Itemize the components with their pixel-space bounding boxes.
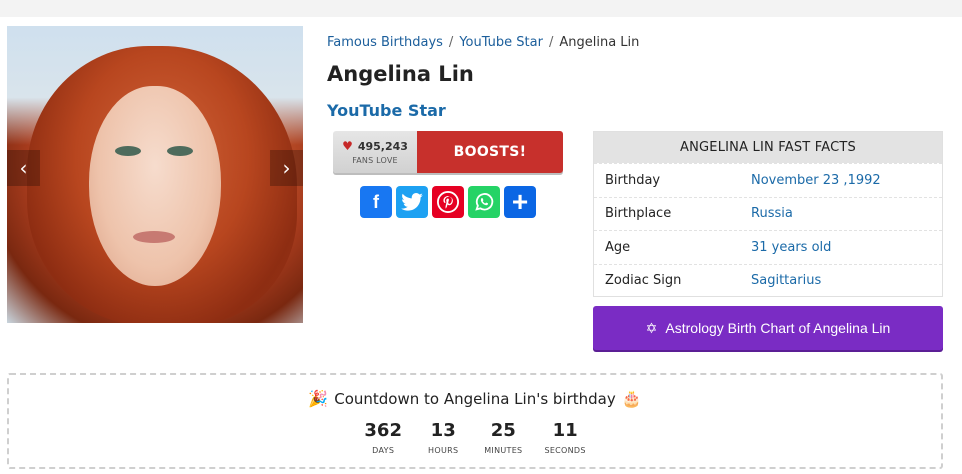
fact-label: Birthday: [605, 172, 661, 188]
countdown-days: 362 DAYS: [364, 420, 402, 455]
fact-row-birthday: Birthday November 23 ,1992: [594, 163, 942, 197]
fast-facts-title: ANGELINA LIN FAST FACTS: [594, 132, 942, 163]
countdown-days-value: 362: [364, 420, 402, 441]
twitter-share-button[interactable]: [396, 186, 428, 218]
chevron-right-icon: ›: [282, 156, 291, 180]
countdown-hours-label: HOURS: [428, 446, 459, 455]
countdown-seconds: 11 SECONDS: [544, 420, 585, 455]
breadcrumb-separator: /: [548, 35, 554, 50]
whatsapp-icon: [475, 193, 494, 211]
fact-label: Zodiac Sign: [605, 273, 682, 289]
star-of-david-icon: ✡: [645, 319, 658, 336]
page-title: Angelina Lin: [327, 62, 474, 86]
countdown-days-label: DAYS: [372, 446, 395, 455]
fact-value-birthplace[interactable]: Russia: [751, 206, 793, 221]
facebook-share-button[interactable]: f: [360, 186, 392, 218]
carousel-next-button[interactable]: ›: [270, 150, 303, 186]
countdown-title: Countdown to Angelina Lin's birthday: [334, 389, 616, 408]
fans-count: 495,243: [357, 139, 408, 153]
photo-face: [89, 86, 221, 286]
countdown-seconds-value: 11: [552, 420, 578, 441]
whatsapp-share-button[interactable]: [468, 186, 500, 218]
carousel-prev-button[interactable]: ‹: [7, 150, 40, 186]
party-popper-icon: 🎉: [308, 389, 329, 408]
facebook-icon: f: [373, 191, 379, 212]
countdown-hours-value: 13: [430, 420, 456, 441]
breadcrumb: Famous Birthdays / YouTube Star / Angeli…: [327, 35, 639, 50]
fans-counter: ♥ 495,243 FANS LOVE: [333, 131, 417, 173]
breadcrumb-current: Angelina Lin: [559, 35, 640, 50]
countdown-minutes: 25 MINUTES: [484, 420, 522, 455]
photo-lips: [133, 231, 175, 243]
birthday-cake-icon: 🎂: [621, 389, 642, 408]
countdown-minutes-label: MINUTES: [484, 446, 523, 455]
fact-label: Birthplace: [605, 206, 672, 222]
boost-widget: ♥ 495,243 FANS LOVE BOOSTS!: [333, 131, 563, 173]
pinterest-share-button[interactable]: [432, 186, 464, 218]
countdown-seconds-label: SECONDS: [544, 446, 586, 455]
countdown-title-row: 🎉 Countdown to Angelina Lin's birthday 🎂: [9, 389, 941, 408]
fact-value-zodiac[interactable]: Sagittarius: [751, 273, 821, 288]
birthday-countdown: 🎉 Countdown to Angelina Lin's birthday 🎂…: [7, 373, 943, 469]
share-buttons: f +: [360, 186, 536, 218]
countdown-units: 362 DAYS 13 HOURS 25 MINUTES 11 SECONDS: [9, 420, 941, 455]
plus-icon: +: [511, 186, 529, 217]
photo-eye-right: [167, 146, 193, 156]
twitter-icon: [401, 193, 423, 211]
boost-button[interactable]: BOOSTS!: [417, 131, 563, 173]
fact-row-age: Age 31 years old: [594, 230, 942, 264]
fact-row-birthplace: Birthplace Russia: [594, 196, 942, 231]
countdown-hours: 13 HOURS: [424, 420, 462, 455]
profile-photo[interactable]: [7, 26, 303, 323]
fact-row-zodiac: Zodiac Sign Sagittarius: [594, 263, 942, 298]
fact-label: Age: [605, 239, 631, 255]
breadcrumb-separator: /: [448, 35, 454, 50]
more-share-button[interactable]: +: [504, 186, 536, 218]
profession-link[interactable]: YouTube Star: [327, 101, 446, 120]
astrology-chart-button[interactable]: ✡ Astrology Birth Chart of Angelina Lin: [593, 306, 943, 350]
fast-facts-table: ANGELINA LIN FAST FACTS Birthday Novembe…: [593, 131, 943, 297]
fact-value-birthday[interactable]: November 23 ,1992: [751, 173, 881, 188]
chevron-left-icon: ‹: [19, 156, 28, 180]
countdown-minutes-value: 25: [490, 420, 516, 441]
breadcrumb-link-youtube-star[interactable]: YouTube Star: [459, 35, 543, 50]
fans-label: FANS LOVE: [352, 156, 398, 165]
breadcrumb-link-famous-birthdays[interactable]: Famous Birthdays: [327, 35, 443, 50]
photo-eye-left: [115, 146, 141, 156]
astrology-chart-label: Astrology Birth Chart of Angelina Lin: [665, 320, 891, 336]
heart-icon: ♥: [342, 139, 353, 153]
pinterest-icon: [437, 191, 459, 213]
fact-value-age[interactable]: 31 years old: [751, 240, 831, 255]
